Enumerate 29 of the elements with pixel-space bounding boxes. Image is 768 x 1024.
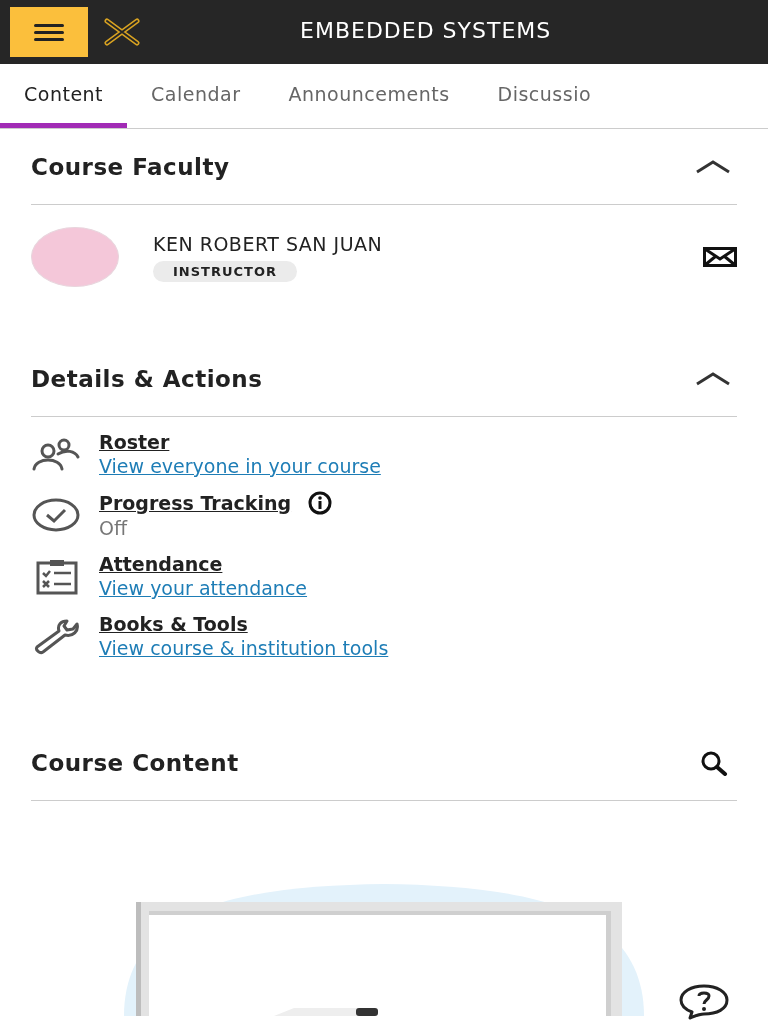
item-link[interactable]: Roster <box>99 431 170 453</box>
instructor-name: KEN ROBERT SAN JUAN <box>153 232 384 255</box>
email-button[interactable] <box>703 247 737 267</box>
role-badge: INSTRUCTOR <box>153 260 297 282</box>
help-button[interactable] <box>678 984 730 1022</box>
close-icon <box>104 18 140 46</box>
description-link[interactable]: View course & institution tools <box>99 637 389 659</box>
course-title: EMBEDDED SYSTEMS <box>300 18 552 43</box>
people-icon <box>31 437 81 473</box>
menu-icon <box>32 22 66 42</box>
item-link[interactable]: Books & Tools <box>99 613 248 635</box>
close-button[interactable] <box>104 18 140 46</box>
item-link[interactable]: Attendance <box>99 553 223 575</box>
section-heading: Course Faculty <box>31 153 230 180</box>
section-heading: Course Content <box>31 749 239 776</box>
description-link[interactable]: View everyone in your course <box>99 455 381 477</box>
menu-button[interactable] <box>10 7 88 57</box>
tab[interactable]: Content <box>0 64 128 128</box>
tab[interactable]: Calendar <box>127 64 265 128</box>
chevron-up-icon <box>695 370 731 387</box>
chevron-up-icon <box>695 158 731 175</box>
tab[interactable]: Announcements <box>264 64 474 128</box>
status-text: Off <box>99 517 128 539</box>
description-link[interactable]: View your attendance <box>99 577 308 599</box>
checkmark-circle-icon <box>31 497 81 533</box>
envelope-icon <box>703 247 737 267</box>
tab[interactable]: Discussio <box>473 64 616 128</box>
item-link[interactable]: Progress Tracking <box>99 492 292 514</box>
section-heading: Details & Actions <box>31 365 263 392</box>
